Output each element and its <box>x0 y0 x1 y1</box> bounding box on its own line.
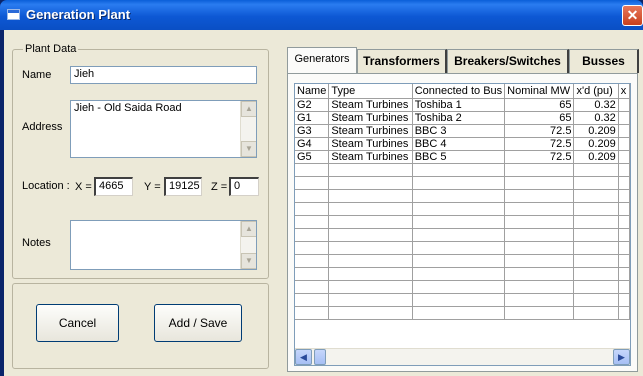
cell-bus: BBC 3 <box>412 124 506 138</box>
empty-row <box>295 293 630 307</box>
window-title: Generation Plant <box>26 7 131 22</box>
table-row[interactable]: G2 Steam Turbines Toshiba 1 65 0.32 <box>295 98 630 112</box>
grid-header-row: Name Type Connected to Bus Nominal MW x'… <box>295 84 630 99</box>
cell-type: Steam Turbines <box>328 137 413 151</box>
cell-type: Steam Turbines <box>328 98 413 112</box>
tab-generators[interactable]: Generators <box>287 47 357 74</box>
cell-type: Steam Turbines <box>328 124 413 138</box>
add-save-button[interactable]: Add / Save <box>154 304 242 342</box>
column-header-nominal-mw[interactable]: Nominal MW <box>504 84 575 99</box>
cell-name: G4 <box>295 137 330 151</box>
close-button[interactable]: ✕ <box>622 5 643 26</box>
cell-bus: BBC 4 <box>412 137 506 151</box>
empty-row <box>295 280 630 294</box>
empty-row <box>295 254 630 268</box>
cell-x <box>618 137 630 151</box>
notes-textarea[interactable]: ▲ ▼ <box>70 220 257 270</box>
table-row[interactable]: G4 Steam Turbines BBC 4 72.5 0.209 <box>295 137 630 151</box>
z-input[interactable]: 0 <box>229 177 259 196</box>
cell-x <box>618 98 630 112</box>
x-label: X = <box>75 181 92 193</box>
cell-x <box>618 150 630 164</box>
cell-name: G1 <box>295 111 330 125</box>
column-header-x[interactable]: x <box>618 84 630 99</box>
cancel-button[interactable]: Cancel <box>36 304 119 342</box>
cell-bus: Toshiba 2 <box>412 111 506 125</box>
cell-name: G2 <box>295 98 330 112</box>
y-label: Y = <box>144 181 161 193</box>
scroll-up-icon[interactable]: ▲ <box>241 101 256 117</box>
grid-horizontal-scrollbar[interactable]: ◀ ▶ <box>295 348 630 365</box>
column-header-xd-pu[interactable]: x'd (pu) <box>573 84 619 99</box>
table-row[interactable]: G1 Steam Turbines Toshiba 2 65 0.32 <box>295 111 630 125</box>
column-header-name[interactable]: Name <box>295 84 330 99</box>
table-row[interactable]: G5 Steam Turbines BBC 5 72.5 0.209 <box>295 150 630 164</box>
empty-row <box>295 228 630 242</box>
empty-row <box>295 202 630 216</box>
cell-x <box>618 124 630 138</box>
window-icon <box>7 9 20 20</box>
tab-transformers[interactable]: Transformers <box>357 49 447 73</box>
plant-data-group-label: Plant Data <box>23 43 79 55</box>
table-row[interactable]: G3 Steam Turbines BBC 3 72.5 0.209 <box>295 124 630 138</box>
cell-x <box>618 111 630 125</box>
cell-nominal-mw: 72.5 <box>504 137 575 151</box>
generators-tab-panel: Name Type Connected to Bus Nominal MW x'… <box>287 73 638 372</box>
cell-xd: 0.32 <box>573 98 619 112</box>
tab-breakers-switches[interactable]: Breakers/Switches <box>447 49 569 73</box>
scrollbar-thumb[interactable] <box>314 349 326 365</box>
plant-data-group: Plant Data Name Jieh Address Jieh - Old … <box>12 43 269 279</box>
scroll-down-icon[interactable]: ▼ <box>241 253 256 269</box>
cell-nominal-mw: 72.5 <box>504 150 575 164</box>
actions-group: Cancel Add / Save <box>12 283 269 369</box>
empty-row <box>295 306 630 320</box>
empty-row <box>295 189 630 203</box>
location-label: Location : <box>22 180 70 192</box>
generators-grid[interactable]: Name Type Connected to Bus Nominal MW x'… <box>294 83 631 366</box>
generation-plant-window: Generation Plant ✕ Plant Data Name Jieh … <box>0 0 643 376</box>
scroll-down-icon[interactable]: ▼ <box>241 141 256 157</box>
column-header-connected-to-bus[interactable]: Connected to Bus <box>412 84 506 99</box>
cell-nominal-mw: 65 <box>504 111 575 125</box>
tab-busses[interactable]: Busses <box>569 49 639 73</box>
cell-xd: 0.32 <box>573 111 619 125</box>
cell-name: G5 <box>295 150 330 164</box>
scroll-right-icon[interactable]: ▶ <box>613 349 630 365</box>
cell-type: Steam Turbines <box>328 111 413 125</box>
name-label: Name <box>22 69 52 81</box>
cell-bus: BBC 5 <box>412 150 506 164</box>
empty-row <box>295 267 630 281</box>
cell-xd: 0.209 <box>573 124 619 138</box>
address-label: Address <box>22 121 63 133</box>
x-input[interactable]: 4665 <box>94 177 133 196</box>
cell-nominal-mw: 65 <box>504 98 575 112</box>
title-bar[interactable]: Generation Plant ✕ <box>0 0 643 30</box>
empty-row <box>295 215 630 229</box>
generators-table: Name Type Connected to Bus Nominal MW x'… <box>295 84 630 320</box>
scroll-left-icon[interactable]: ◀ <box>295 349 312 365</box>
cell-nominal-mw: 72.5 <box>504 124 575 138</box>
notes-scrollbar[interactable]: ▲ ▼ <box>240 221 256 269</box>
address-textarea[interactable]: Jieh - Old Saida Road ▲ ▼ <box>70 100 257 158</box>
address-scrollbar[interactable]: ▲ ▼ <box>240 101 256 157</box>
column-header-type[interactable]: Type <box>328 84 413 99</box>
empty-row <box>295 163 630 177</box>
y-input[interactable]: 19125 <box>164 177 202 196</box>
cell-xd: 0.209 <box>573 150 619 164</box>
cell-bus: Toshiba 1 <box>412 98 506 112</box>
name-input[interactable]: Jieh <box>70 66 257 84</box>
cell-name: G3 <box>295 124 330 138</box>
empty-row <box>295 241 630 255</box>
scroll-up-icon[interactable]: ▲ <box>241 221 256 237</box>
cell-type: Steam Turbines <box>328 150 413 164</box>
address-text: Jieh - Old Saida Road <box>74 102 182 114</box>
empty-row <box>295 176 630 190</box>
z-label: Z = <box>211 181 228 193</box>
notes-label: Notes <box>22 237 51 249</box>
cell-xd: 0.209 <box>573 137 619 151</box>
dialog-client-area: Plant Data Name Jieh Address Jieh - Old … <box>4 30 643 376</box>
